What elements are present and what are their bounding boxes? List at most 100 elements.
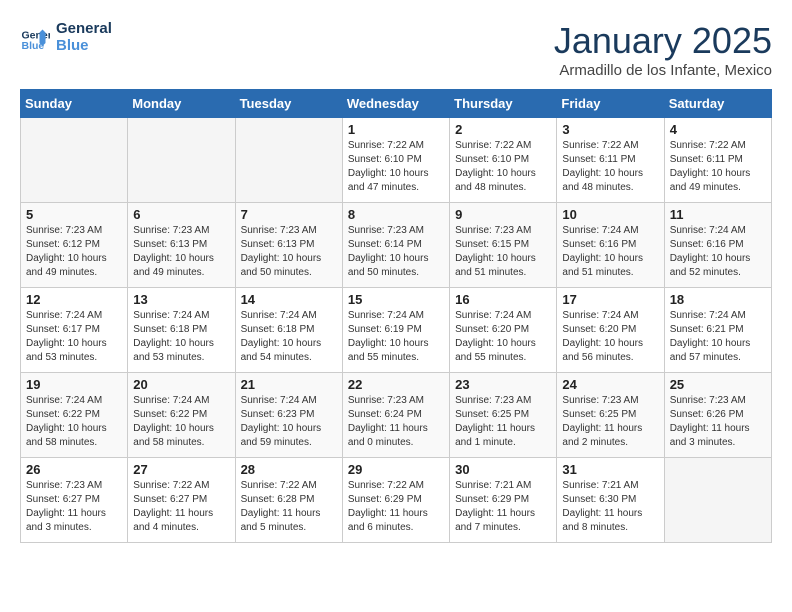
column-header-sunday: Sunday (21, 90, 128, 118)
day-number: 24 (562, 377, 658, 392)
calendar-cell: 1 Sunrise: 7:22 AM Sunset: 6:10 PM Daylig… (342, 118, 449, 203)
calendar-cell (235, 118, 342, 203)
day-number: 14 (241, 292, 337, 307)
column-header-monday: Monday (128, 90, 235, 118)
day-number: 29 (348, 462, 444, 477)
day-number: 10 (562, 207, 658, 222)
day-info: Sunrise: 7:24 AM Sunset: 6:16 PM Dayligh… (670, 224, 766, 280)
calendar-cell: 24 Sunrise: 7:23 AM Sunset: 6:25 PM Dayli… (557, 373, 664, 458)
day-number: 12 (26, 292, 122, 307)
day-number: 8 (348, 207, 444, 222)
day-info: Sunrise: 7:23 AM Sunset: 6:15 PM Dayligh… (455, 224, 551, 280)
calendar-cell: 22Sunrise: 7:23 AM Sunset: 6:24 PM Dayli… (342, 373, 449, 458)
day-info: Sunrise: 7:21 AM Sunset: 6:29 PM Dayligh… (455, 479, 551, 535)
day-number: 1 (348, 122, 444, 137)
day-info: Sunrise: 7:23 AM Sunset: 6:26 PM Dayligh… (670, 394, 766, 450)
day-info: Sunrise: 7:23 AM Sunset: 6:14 PM Dayligh… (348, 224, 444, 280)
day-number: 7 (241, 207, 337, 222)
calendar-cell: 15 Sunrise: 7:24 AM Sunset: 6:19 PM Dayli… (342, 288, 449, 373)
day-info: Sunrise: 7:23 AM Sunset: 6:25 PM Dayligh… (562, 394, 658, 450)
calendar-cell: 31 Sunrise: 7:21 AM Sunset: 6:30 PM Dayli… (557, 458, 664, 543)
day-info: Sunrise: 7:24 AM Sunset: 6:22 PM Dayligh… (26, 394, 122, 450)
calendar-cell: 23Sunrise: 7:23 AM Sunset: 6:25 PM Dayli… (450, 373, 557, 458)
day-number: 13 (133, 292, 229, 307)
day-number: 25 (670, 377, 766, 392)
column-header-friday: Friday (557, 90, 664, 118)
day-number: 23 (455, 377, 551, 392)
logo: General Blue GeneralBlue (20, 20, 112, 54)
day-number: 2 (455, 122, 551, 137)
logo-text: GeneralBlue (56, 20, 112, 54)
logo-icon: General Blue (20, 22, 50, 52)
calendar-cell (21, 118, 128, 203)
day-info: Sunrise: 7:22 AM Sunset: 6:10 PM Dayligh… (455, 139, 551, 195)
day-info: Sunrise: 7:24 AM Sunset: 6:16 PM Dayligh… (562, 224, 658, 280)
calendar-cell: 11 Sunrise: 7:24 AM Sunset: 6:16 PM Dayli… (664, 203, 771, 288)
calendar-cell: 19 Sunrise: 7:24 AM Sunset: 6:22 PM Dayli… (21, 373, 128, 458)
day-info: Sunrise: 7:23 AM Sunset: 6:12 PM Dayligh… (26, 224, 122, 280)
day-number: 3 (562, 122, 658, 137)
day-info: Sunrise: 7:24 AM Sunset: 6:23 PM Dayligh… (241, 394, 337, 450)
calendar-cell: 10 Sunrise: 7:24 AM Sunset: 6:16 PM Dayli… (557, 203, 664, 288)
day-number: 28 (241, 462, 337, 477)
calendar-cell: 7Sunrise: 7:23 AM Sunset: 6:13 PM Daylig… (235, 203, 342, 288)
calendar-cell: 28 Sunrise: 7:22 AM Sunset: 6:28 PM Dayli… (235, 458, 342, 543)
day-info: Sunrise: 7:24 AM Sunset: 6:18 PM Dayligh… (133, 309, 229, 365)
day-info: Sunrise: 7:23 AM Sunset: 6:24 PM Dayligh… (348, 394, 444, 450)
day-info: Sunrise: 7:22 AM Sunset: 6:29 PM Dayligh… (348, 479, 444, 535)
day-info: Sunrise: 7:22 AM Sunset: 6:27 PM Dayligh… (133, 479, 229, 535)
column-header-saturday: Saturday (664, 90, 771, 118)
calendar-cell (664, 458, 771, 543)
day-number: 30 (455, 462, 551, 477)
week-row-5: 26 Sunrise: 7:23 AM Sunset: 6:27 PM Dayli… (21, 458, 772, 543)
day-number: 15 (348, 292, 444, 307)
day-number: 26 (26, 462, 122, 477)
column-header-tuesday: Tuesday (235, 90, 342, 118)
day-info: Sunrise: 7:23 AM Sunset: 6:27 PM Dayligh… (26, 479, 122, 535)
day-info: Sunrise: 7:24 AM Sunset: 6:19 PM Dayligh… (348, 309, 444, 365)
day-info: Sunrise: 7:23 AM Sunset: 6:13 PM Dayligh… (133, 224, 229, 280)
day-info: Sunrise: 7:22 AM Sunset: 6:11 PM Dayligh… (670, 139, 766, 195)
day-number: 18 (670, 292, 766, 307)
day-info: Sunrise: 7:24 AM Sunset: 6:20 PM Dayligh… (455, 309, 551, 365)
calendar-cell: 16 Sunrise: 7:24 AM Sunset: 6:20 PM Dayli… (450, 288, 557, 373)
day-number: 27 (133, 462, 229, 477)
week-row-2: 5Sunrise: 7:23 AM Sunset: 6:12 PM Daylig… (21, 203, 772, 288)
calendar-cell: 3Sunrise: 7:22 AM Sunset: 6:11 PM Daylig… (557, 118, 664, 203)
day-number: 17 (562, 292, 658, 307)
calendar-cell: 21Sunrise: 7:24 AM Sunset: 6:23 PM Dayli… (235, 373, 342, 458)
title-block: January 2025 Armadillo de los Infante, M… (554, 20, 772, 79)
day-number: 6 (133, 207, 229, 222)
day-number: 19 (26, 377, 122, 392)
week-row-4: 19 Sunrise: 7:24 AM Sunset: 6:22 PM Dayli… (21, 373, 772, 458)
calendar-cell (128, 118, 235, 203)
calendar-cell: 17 Sunrise: 7:24 AM Sunset: 6:20 PM Dayli… (557, 288, 664, 373)
calendar-cell: 2 Sunrise: 7:22 AM Sunset: 6:10 PM Daylig… (450, 118, 557, 203)
column-header-thursday: Thursday (450, 90, 557, 118)
calendar-cell: 25 Sunrise: 7:23 AM Sunset: 6:26 PM Dayli… (664, 373, 771, 458)
calendar-cell: 29 Sunrise: 7:22 AM Sunset: 6:29 PM Dayli… (342, 458, 449, 543)
calendar-cell: 14 Sunrise: 7:24 AM Sunset: 6:18 PM Dayli… (235, 288, 342, 373)
day-number: 16 (455, 292, 551, 307)
day-info: Sunrise: 7:24 AM Sunset: 6:22 PM Dayligh… (133, 394, 229, 450)
calendar-cell: 26 Sunrise: 7:23 AM Sunset: 6:27 PM Dayli… (21, 458, 128, 543)
day-info: Sunrise: 7:22 AM Sunset: 6:28 PM Dayligh… (241, 479, 337, 535)
calendar-cell: 6 Sunrise: 7:23 AM Sunset: 6:13 PM Daylig… (128, 203, 235, 288)
day-info: Sunrise: 7:24 AM Sunset: 6:17 PM Dayligh… (26, 309, 122, 365)
calendar-cell: 8 Sunrise: 7:23 AM Sunset: 6:14 PM Daylig… (342, 203, 449, 288)
day-info: Sunrise: 7:22 AM Sunset: 6:10 PM Dayligh… (348, 139, 444, 195)
day-number: 20 (133, 377, 229, 392)
day-number: 4 (670, 122, 766, 137)
day-number: 31 (562, 462, 658, 477)
day-info: Sunrise: 7:24 AM Sunset: 6:18 PM Dayligh… (241, 309, 337, 365)
day-info: Sunrise: 7:21 AM Sunset: 6:30 PM Dayligh… (562, 479, 658, 535)
week-row-3: 12 Sunrise: 7:24 AM Sunset: 6:17 PM Dayli… (21, 288, 772, 373)
day-number: 11 (670, 207, 766, 222)
page-header: General Blue GeneralBlue January 2025 Ar… (20, 20, 772, 79)
calendar-cell: 20 Sunrise: 7:24 AM Sunset: 6:22 PM Dayli… (128, 373, 235, 458)
calendar-cell: 9Sunrise: 7:23 AM Sunset: 6:15 PM Daylig… (450, 203, 557, 288)
column-header-wednesday: Wednesday (342, 90, 449, 118)
location-subtitle: Armadillo de los Infante, Mexico (554, 62, 772, 79)
day-info: Sunrise: 7:24 AM Sunset: 6:20 PM Dayligh… (562, 309, 658, 365)
calendar-cell: 27 Sunrise: 7:22 AM Sunset: 6:27 PM Dayli… (128, 458, 235, 543)
